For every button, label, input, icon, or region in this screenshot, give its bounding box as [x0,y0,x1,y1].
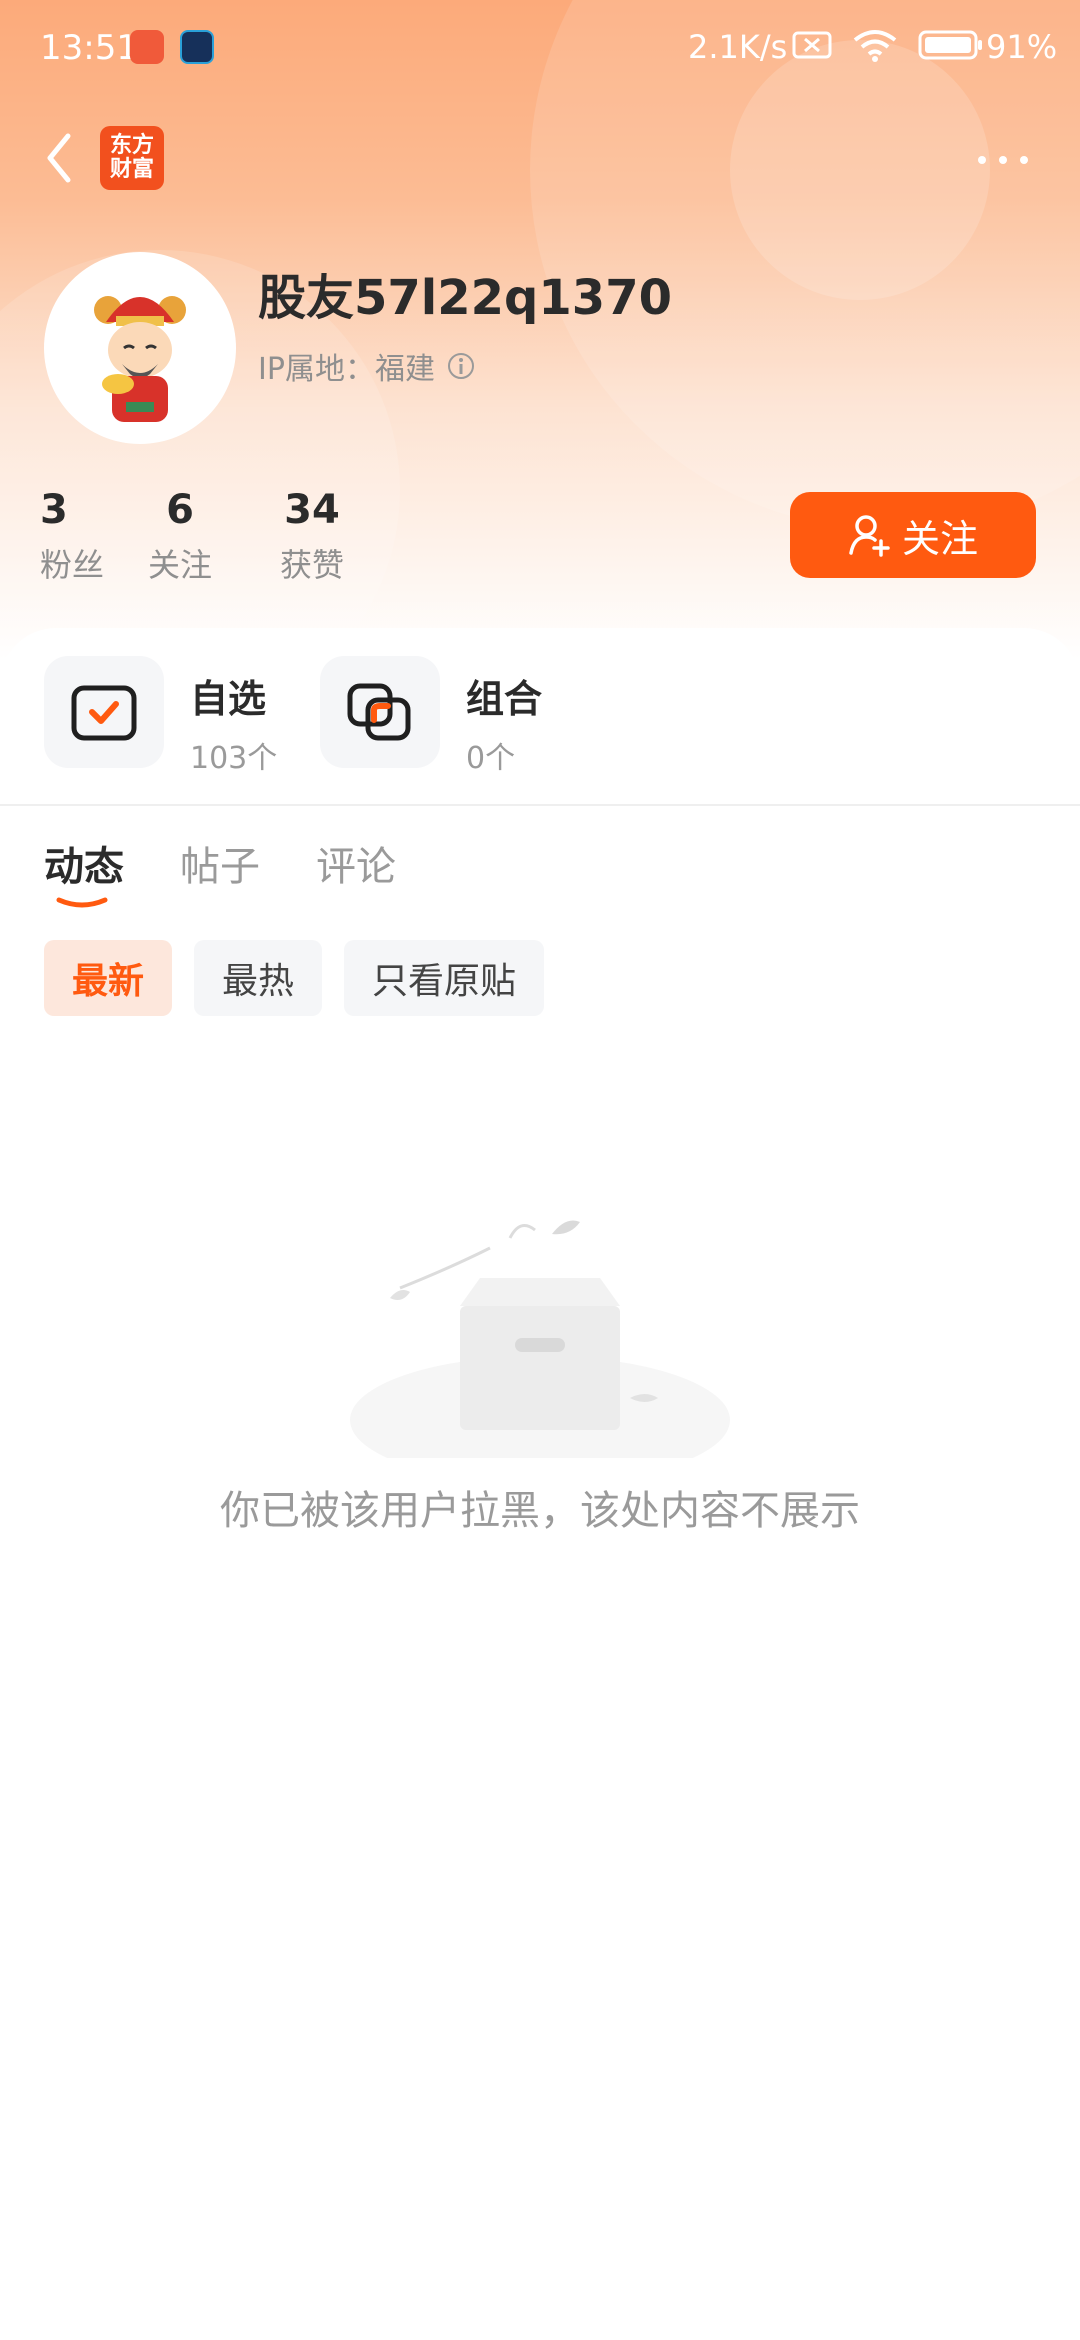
empty-box-icon [350,1220,730,1458]
filter-latest[interactable]: 最新 [44,940,173,1016]
stat-followers[interactable]: 3 粉丝 [40,486,114,586]
god-of-wealth-avatar-icon [94,296,186,422]
quick-link-watchlist[interactable]: 自选 103个 [44,656,277,777]
filter-original-only[interactable]: 只看原贴 [344,940,545,1016]
status-icons [792,28,984,62]
app-logo: 东方 财富 [100,126,164,190]
tab-label: 动态 [44,844,124,890]
quick-link-count: 103个 [190,741,278,776]
tab-label: 帖子 [180,844,260,890]
tab-comments[interactable]: 评论 [316,834,396,892]
empty-state-message: 你已被该用户拉黑，该处内容不展示 [220,1488,860,1534]
ip-location-text: IP属地：福建 [258,352,435,387]
battery-level: 91% [986,28,1058,66]
follow-button-label: 关注 [901,516,978,561]
ip-location: IP属地：福建 [258,344,475,388]
tab-posts[interactable]: 帖子 [180,834,260,892]
battery-icon [918,30,982,60]
quick-link-portfolio[interactable]: 组合 0个 [320,656,542,777]
username: 股友57l22q1370 [258,270,673,326]
notification-app-icon [180,30,214,64]
add-user-icon [849,515,890,557]
stat-value: 3 [40,487,68,533]
status-bar: 13:51 2.1K/s 91% [0,0,1080,96]
avatar[interactable] [44,252,236,444]
filter-hottest[interactable]: 最热 [194,940,323,1016]
quick-link-title: 组合 [466,677,543,721]
portfolio-icon [320,656,440,768]
stat-likes[interactable]: 34 获赞 [246,486,378,586]
stat-value: 34 [284,487,340,533]
back-icon[interactable] [40,128,80,188]
wifi-icon [853,30,897,62]
quick-link-count: 0个 [466,741,516,776]
divider [0,804,1080,806]
stat-label: 获赞 [279,546,344,584]
follow-button[interactable]: 关注 [790,492,1036,578]
stat-label: 粉丝 [40,546,105,584]
watchlist-icon [44,656,164,768]
quick-link-title: 自选 [190,677,267,721]
tab-label: 评论 [316,844,396,890]
tab-activity[interactable]: 动态 [44,834,124,908]
stat-value: 6 [166,487,194,533]
logo-text: 东方 [109,133,154,158]
more-options-icon[interactable] [976,150,1030,170]
logo-text: 财富 [109,157,154,182]
stat-label: 关注 [147,546,212,584]
status-time: 13:51 [40,28,138,68]
sim-off-icon [792,31,832,59]
profile-stats: 3 粉丝 6 关注 34 获赞 [40,486,378,586]
content-card: 自选 103个 组合 0个 动态 帖子 评论 最新 最热 只看原贴 你已被该用户… [0,628,1080,2340]
info-icon[interactable] [447,352,475,380]
network-speed: 2.1K/s [688,28,788,66]
stat-following[interactable]: 6 关注 [114,486,246,586]
content-tabs: 动态 帖子 评论 [44,834,396,908]
filter-chips: 最新 最热 只看原贴 [44,940,545,1016]
notification-app-icon [130,30,164,64]
active-tab-indicator [56,897,108,908]
